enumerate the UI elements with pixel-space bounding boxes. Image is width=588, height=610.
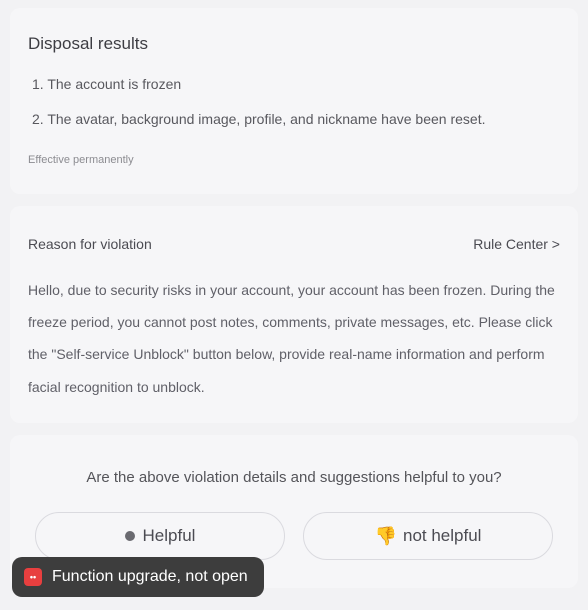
rule-center-link[interactable]: Rule Center >: [473, 236, 560, 252]
reason-title: Reason for violation: [28, 236, 152, 252]
helpful-button[interactable]: Helpful: [35, 512, 285, 560]
disposal-results-list: 1. The account is frozen 2. The avatar, …: [28, 74, 560, 130]
helpful-button-label: Helpful: [143, 526, 196, 546]
dot-icon: [125, 531, 135, 541]
not-helpful-button-label: not helpful: [403, 526, 481, 546]
not-helpful-button[interactable]: 👎 not helpful: [303, 512, 553, 560]
feedback-question: Are the above violation details and sugg…: [28, 469, 560, 486]
thumbs-down-icon: 👎: [375, 527, 397, 545]
list-item: 1. The account is frozen: [32, 74, 560, 95]
toast-text: Function upgrade, not open: [52, 568, 248, 586]
effective-duration-note: Effective permanently: [28, 154, 560, 166]
disposal-results-title: Disposal results: [28, 34, 560, 54]
disposal-results-card: Disposal results 1. The account is froze…: [10, 8, 578, 194]
reason-body-text: Hello, due to security risks in your acc…: [28, 274, 560, 403]
app-icon: ••: [24, 568, 42, 586]
reason-for-violation-card: Reason for violation Rule Center > Hello…: [10, 206, 578, 423]
list-item: 2. The avatar, background image, profile…: [32, 109, 560, 130]
toast-notification: •• Function upgrade, not open: [12, 557, 264, 597]
